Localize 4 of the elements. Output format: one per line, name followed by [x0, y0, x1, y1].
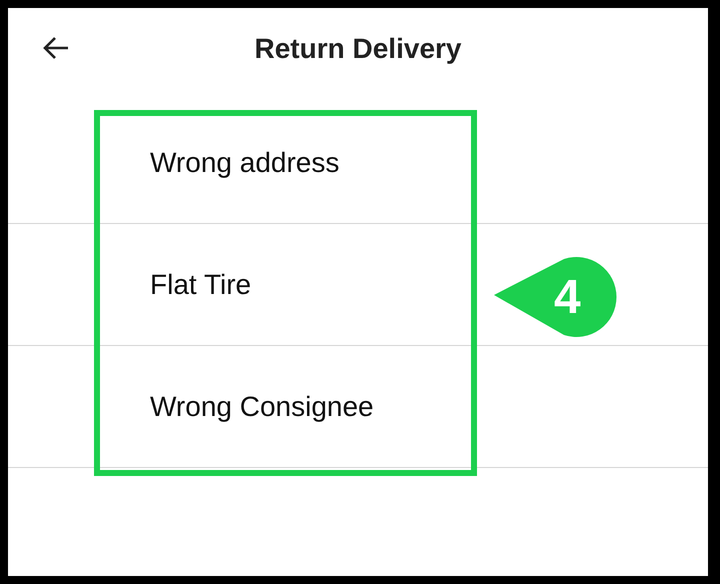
- screen-title: Return Delivery: [254, 33, 462, 65]
- reason-item[interactable]: Wrong address: [8, 102, 708, 224]
- reason-item[interactable]: Wrong Consignee: [8, 346, 708, 468]
- back-arrow-icon[interactable]: [42, 36, 70, 60]
